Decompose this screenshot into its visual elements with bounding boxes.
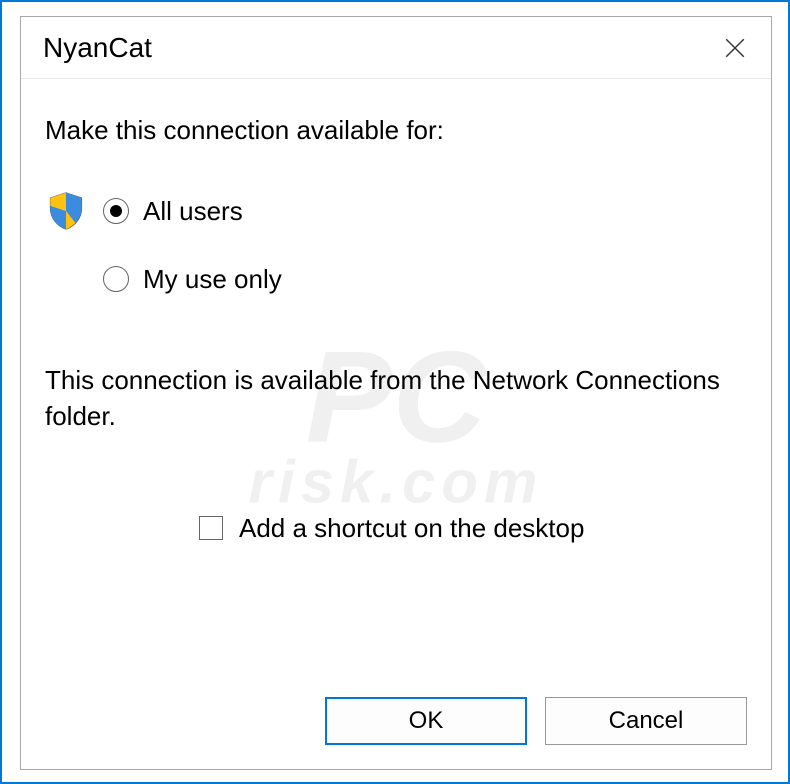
radio-all-users[interactable] [103,198,129,224]
instruction-text: Make this connection available for: [45,115,747,146]
radio-row-all-users: All users [45,190,747,232]
close-button[interactable] [713,26,757,70]
shield-icon [45,190,87,232]
radio-row-my-use-only: My use only [45,258,747,300]
checkbox-row: Add a shortcut on the desktop [199,513,747,544]
radio-label-all-users[interactable]: All users [143,196,243,227]
watermark-sub: risk.com [249,456,544,510]
button-row: OK Cancel [325,697,747,745]
cancel-button[interactable]: Cancel [545,697,747,745]
titlebar: NyanCat [21,17,771,79]
checkbox-label[interactable]: Add a shortcut on the desktop [239,513,584,544]
spacer [45,258,87,300]
description-text: This connection is available from the Ne… [45,362,747,435]
radio-label-my-use-only[interactable]: My use only [143,264,282,295]
dialog: NyanCat PC risk.com Make this connection… [20,16,772,770]
window-frame: NyanCat PC risk.com Make this connection… [0,0,790,784]
dialog-title: NyanCat [43,32,152,64]
ok-button[interactable]: OK [325,697,527,745]
checkbox-shortcut[interactable] [199,516,223,540]
radio-my-use-only[interactable] [103,266,129,292]
close-icon [724,37,746,59]
dialog-content: PC risk.com Make this connection availab… [21,79,771,769]
